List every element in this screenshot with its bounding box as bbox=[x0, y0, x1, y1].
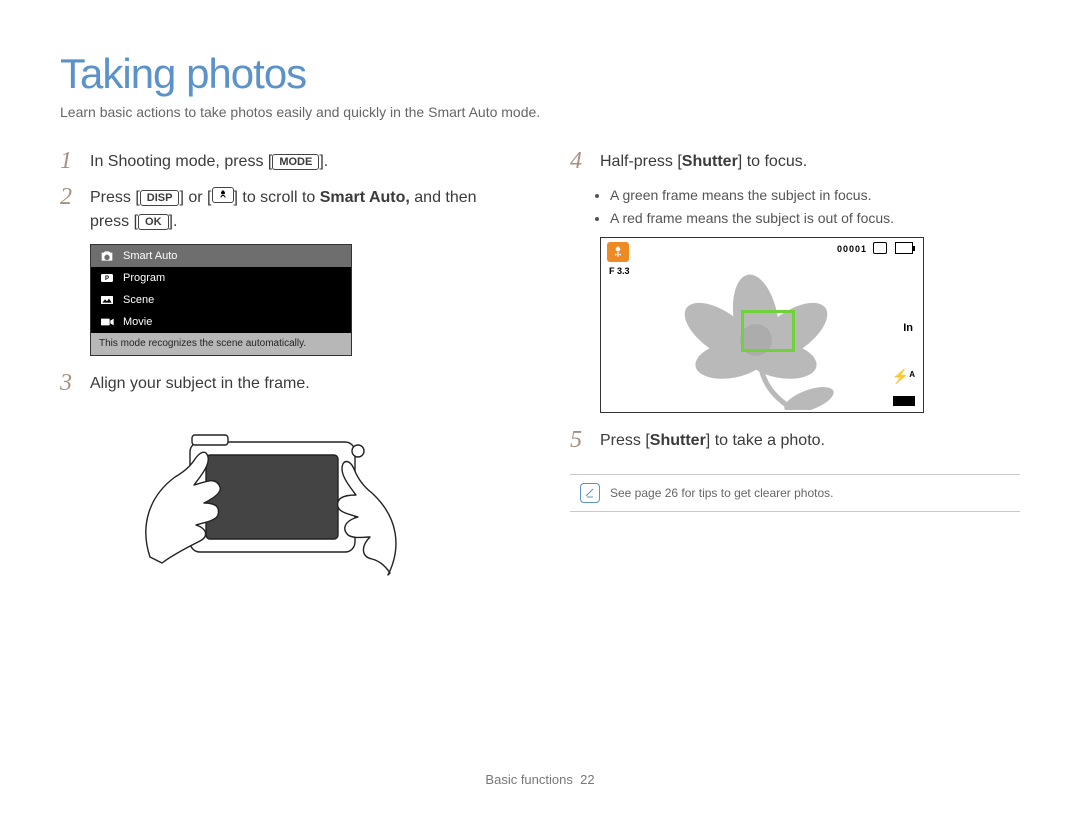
svg-text:P: P bbox=[105, 276, 109, 282]
card-icon bbox=[873, 242, 887, 254]
step-text: Align your subject in the frame. bbox=[90, 370, 510, 396]
step-text: Press [ bbox=[90, 189, 140, 206]
disp-button-label: DISP bbox=[140, 190, 180, 206]
mode-label: Smart Auto bbox=[123, 250, 177, 262]
macro-icon bbox=[607, 242, 629, 262]
page-title: Taking photos bbox=[60, 50, 1020, 98]
camera-p-icon: P bbox=[99, 271, 115, 285]
mode-menu-item-scene: Scene bbox=[91, 289, 351, 311]
step-number: 2 bbox=[60, 184, 78, 234]
step-3: 3 Align your subject in the frame. bbox=[60, 370, 510, 396]
in-indicator: In bbox=[903, 322, 913, 334]
footer-section: Basic functions bbox=[485, 772, 572, 787]
note-icon bbox=[580, 483, 600, 503]
step-text: Press [ bbox=[600, 432, 650, 449]
aperture-readout: F 3.3 bbox=[609, 266, 630, 276]
step-text: ]. bbox=[169, 213, 178, 230]
macro-button-icon bbox=[212, 187, 234, 203]
mode-menu-screenshot: Smart Auto P Program Scene Movie This mo… bbox=[90, 244, 352, 356]
hands-holding-camera-illustration bbox=[120, 407, 510, 622]
footer-page-number: 22 bbox=[580, 772, 594, 787]
step-5: 5 Press [Shutter] to take a photo. bbox=[570, 427, 1020, 453]
step-text: ] to scroll to bbox=[234, 189, 320, 206]
mode-menu-item-smart-auto: Smart Auto bbox=[91, 245, 351, 267]
step-text: In Shooting mode, press [ bbox=[90, 153, 272, 170]
right-column: 4 Half-press [Shutter] to focus. A green… bbox=[570, 148, 1020, 622]
step-4: 4 Half-press [Shutter] to focus. bbox=[570, 148, 1020, 174]
mode-label: Movie bbox=[123, 316, 152, 328]
ok-button-label: OK bbox=[138, 214, 169, 230]
step-text: ]. bbox=[319, 153, 328, 170]
page-subtitle: Learn basic actions to take photos easil… bbox=[60, 104, 1020, 120]
camera-icon bbox=[99, 249, 115, 263]
mode-label: Program bbox=[123, 272, 165, 284]
scene-icon bbox=[99, 293, 115, 307]
battery-icon bbox=[895, 242, 913, 254]
shots-remaining: 00001 bbox=[837, 244, 867, 254]
step-text: ] to focus. bbox=[738, 153, 807, 170]
page-footer: Basic functions 22 bbox=[0, 772, 1080, 787]
bullet-green-frame: A green frame means the subject in focus… bbox=[610, 184, 1020, 206]
mode-label: Scene bbox=[123, 294, 154, 306]
step-1: 1 In Shooting mode, press [MODE]. bbox=[60, 148, 510, 174]
step-text: ] or [ bbox=[179, 189, 211, 206]
mode-menu-caption: This mode recognizes the scene automatic… bbox=[91, 333, 351, 355]
flash-auto-icon: ⚡A bbox=[892, 368, 915, 385]
mode-menu-item-program: P Program bbox=[91, 267, 351, 289]
step-number: 1 bbox=[60, 148, 78, 174]
movie-icon bbox=[99, 315, 115, 329]
tip-box: See page 26 for tips to get clearer phot… bbox=[570, 474, 1020, 512]
step-text: Half-press [ bbox=[600, 153, 682, 170]
mode-button-label: MODE bbox=[272, 154, 319, 170]
lcd-preview: F 3.3 00001 In ⚡A bbox=[600, 237, 924, 413]
bullet-red-frame: A red frame means the subject is out of … bbox=[610, 207, 1020, 229]
mode-menu-item-movie: Movie bbox=[91, 311, 351, 333]
tip-text: See page 26 for tips to get clearer phot… bbox=[610, 486, 833, 500]
bottom-bar-icon bbox=[893, 396, 915, 406]
smart-auto-label: Smart Auto, bbox=[320, 189, 410, 206]
focus-frame bbox=[741, 310, 795, 352]
step-2: 2 Press [DISP] or [ ] to scroll to Smart … bbox=[60, 184, 510, 234]
left-column: 1 In Shooting mode, press [MODE]. 2 Pres… bbox=[60, 148, 510, 622]
step-number: 3 bbox=[60, 370, 78, 396]
step-number: 4 bbox=[570, 148, 588, 174]
step-text: ] to take a photo. bbox=[706, 432, 825, 449]
step-number: 5 bbox=[570, 427, 588, 453]
shutter-label: Shutter bbox=[682, 153, 738, 170]
shutter-label: Shutter bbox=[650, 432, 706, 449]
